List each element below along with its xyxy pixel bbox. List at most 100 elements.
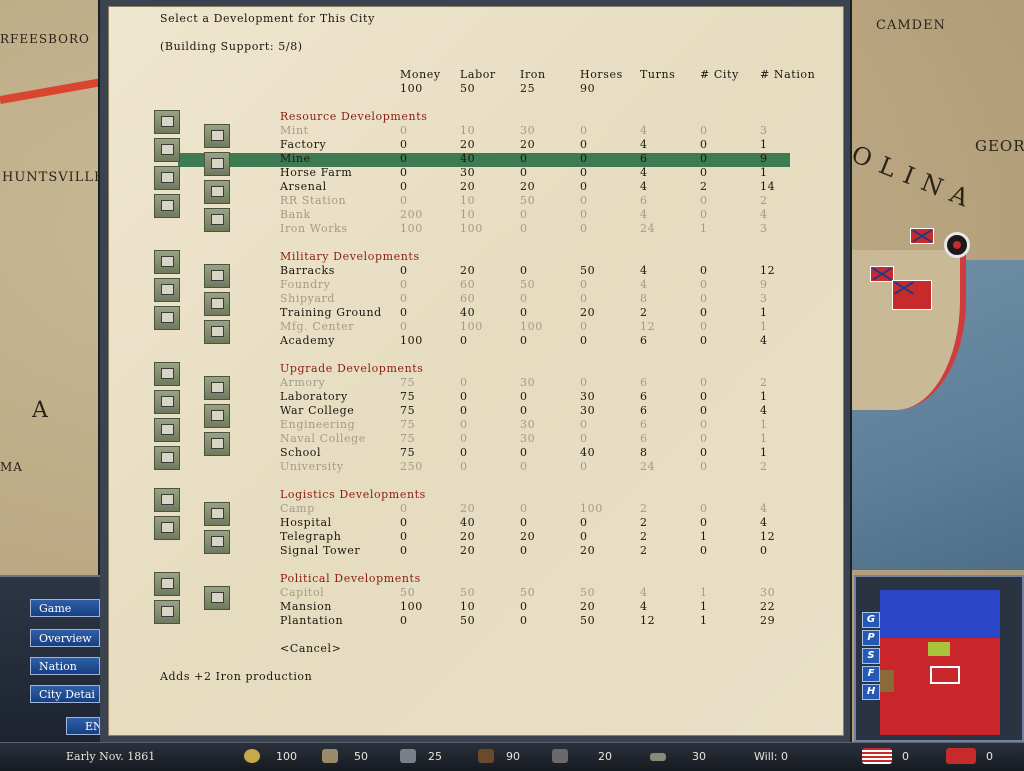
map-label-camden: CAMDEN [876,18,946,33]
row-value: 0 [400,152,408,165]
development-row-telegraph[interactable]: Telegraph [280,530,341,543]
building-icon[interactable] [204,404,230,428]
development-row-arsenal[interactable]: Arsenal [280,180,327,193]
row-value: 60 [460,278,476,291]
building-icon[interactable] [204,376,230,400]
building-icon[interactable] [204,320,230,344]
confederate-flag-icon[interactable] [870,266,894,282]
building-icon[interactable] [154,390,180,414]
building-icon[interactable] [154,362,180,386]
cancel-button[interactable]: <Cancel> [280,642,341,655]
minimap-h-button[interactable]: H [862,684,880,700]
row-value: 4 [640,180,648,193]
map-label-carolina: OLINA [847,140,982,216]
row-value: 0 [700,152,708,165]
city-target-icon[interactable] [944,232,970,258]
building-icon[interactable] [154,418,180,442]
building-icon[interactable] [154,306,180,330]
development-row-laboratory[interactable]: Laboratory [280,390,348,403]
building-icon[interactable] [204,208,230,232]
row-value: 1 [700,222,708,235]
row-value: 0 [520,516,528,529]
building-icon[interactable] [154,194,180,218]
row-value: 6 [640,194,648,207]
development-row-horse-farm[interactable]: Horse Farm [280,166,352,179]
building-icon[interactable] [154,600,180,624]
development-row-engineering: Engineering [280,418,356,431]
building-icon[interactable] [154,250,180,274]
row-value: 0 [700,278,708,291]
development-row-barracks[interactable]: Barracks [280,264,335,277]
row-value: 0 [520,222,528,235]
row-value: 0 [700,460,708,473]
building-icon[interactable] [154,572,180,596]
game-button[interactable]: Game [30,599,100,617]
section-header: Political Developments [280,572,421,585]
development-row-shipyard: Shipyard [280,292,336,305]
minimap-viewport[interactable] [930,666,960,684]
development-row-training-ground[interactable]: Training Ground [280,306,382,319]
building-icon[interactable] [154,488,180,512]
building-icon[interactable] [154,138,180,162]
development-row-mansion[interactable]: Mansion [280,600,332,613]
city-detail-button[interactable]: City Detai [30,685,100,703]
minimap-s-button[interactable]: S [862,648,880,664]
row-value: 100 [580,502,603,515]
building-icon[interactable] [204,432,230,456]
section-header: Military Developments [280,250,420,263]
minimap-p-button[interactable]: P [862,630,880,646]
development-row-signal-tower[interactable]: Signal Tower [280,544,360,557]
row-value: 24 [640,222,656,235]
building-icon[interactable] [204,152,230,176]
gun-icon [552,749,568,763]
nation-button[interactable]: Nation [30,657,100,675]
row-value: 0 [400,516,408,529]
development-row-hospital[interactable]: Hospital [280,516,332,529]
row-value: 0 [700,194,708,207]
building-icon[interactable] [154,278,180,302]
development-row-war-college[interactable]: War College [280,404,354,417]
development-row-mine[interactable]: Mine [280,152,311,165]
building-icon[interactable] [204,586,230,610]
development-row-naval-college: Naval College [280,432,366,445]
city-flag-icon[interactable] [892,280,932,310]
end-turn-button[interactable]: EN [66,717,100,735]
development-row-plantation[interactable]: Plantation [280,614,343,627]
row-value: 100 [460,222,483,235]
minimap-g-button[interactable]: G [862,612,880,628]
row-value: 0 [580,194,588,207]
row-value: 0 [580,278,588,291]
row-value: 4 [640,124,648,137]
minimap-f-button[interactable]: F [862,666,880,682]
building-icon[interactable] [204,530,230,554]
row-value: 0 [580,376,588,389]
row-value: 50 [520,194,536,207]
parchment [108,6,844,736]
building-icon[interactable] [154,516,180,540]
building-icon[interactable] [204,264,230,288]
confederate-flag-icon[interactable] [910,228,934,244]
minimap[interactable] [880,590,1000,735]
building-icon[interactable] [204,180,230,204]
row-value: 2 [640,502,648,515]
development-row-academy[interactable]: Academy [280,334,335,347]
row-value: 4 [640,166,648,179]
building-icon[interactable] [204,124,230,148]
money-value: 100 [276,750,297,763]
building-icon[interactable] [154,446,180,470]
row-value: 0 [460,334,468,347]
row-value: 4 [760,208,768,221]
development-row-school[interactable]: School [280,446,321,459]
row-value: 2 [760,194,768,207]
overview-button[interactable]: Overview [30,629,100,647]
row-value: 100 [400,222,423,235]
building-icon[interactable] [154,166,180,190]
row-value: 50 [520,278,536,291]
building-icon[interactable] [154,110,180,134]
row-value: 8 [640,292,648,305]
available-resource: 90 [580,82,596,95]
development-row-factory[interactable]: Factory [280,138,326,151]
building-icon[interactable] [204,502,230,526]
building-icon[interactable] [204,292,230,316]
row-value: 20 [580,600,596,613]
